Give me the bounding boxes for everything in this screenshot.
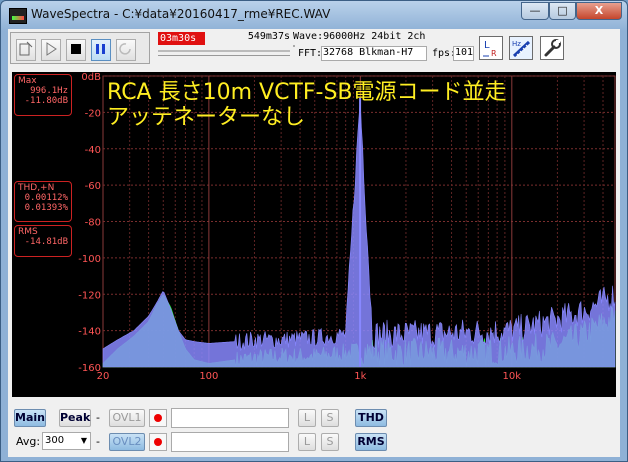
thd-button[interactable]: THD <box>355 409 387 427</box>
avg-label: Avg: <box>16 435 41 448</box>
annotation-line-2: アッテネーターなし <box>107 105 305 130</box>
annotation-line-1: RCA 長さ10m VCTF-SB電源コード並走 <box>107 80 507 105</box>
peak-button[interactable]: Peak <box>59 409 91 427</box>
total-time: 549m37s <box>247 31 290 42</box>
y-tick-label: -100 <box>78 254 101 265</box>
fps-value: 101 <box>453 46 474 61</box>
ovl2-indicator: OVL2 <box>109 433 145 451</box>
fft-label: FFT: <box>298 48 323 59</box>
transport-toolbar <box>10 32 150 64</box>
pause-icon <box>96 44 105 54</box>
loop-icon <box>119 43 131 55</box>
x-tick-label: 1k <box>354 371 366 382</box>
app-window: WaveSpectra - C:¥data¥20160417_rme¥REC.W… <box>0 0 628 462</box>
stop-icon <box>71 44 81 54</box>
x-tick-label: 100 <box>199 371 218 382</box>
record-button[interactable] <box>116 39 136 61</box>
playback-position-slider[interactable] <box>158 47 290 56</box>
stop-button[interactable] <box>66 39 86 61</box>
ch1-l-button[interactable]: L <box>298 409 316 427</box>
fft-setting[interactable]: 32768 Blkman-H7 <box>321 46 427 61</box>
chevron-down-icon: ▼ <box>80 436 87 445</box>
lr-channel-icon: LR <box>483 40 497 58</box>
avg-select[interactable]: 300 ▼ <box>42 432 91 450</box>
x-tick-label: 10k <box>503 371 522 382</box>
frequency-scale-button[interactable]: Hz <box>509 36 533 60</box>
play-button[interactable] <box>41 39 61 61</box>
y-tick-label: -140 <box>78 327 101 338</box>
frequency-ruler-icon: Hz <box>512 40 531 58</box>
rms-button[interactable]: RMS <box>355 433 387 451</box>
ch1-s-button[interactable]: S <box>321 409 339 427</box>
wave-format: Wave:96000Hz 24bit 2ch <box>293 31 426 42</box>
svg-text:R: R <box>491 49 497 58</box>
window-title: WaveSpectra - C:¥data¥20160417_rme¥REC.W… <box>31 7 331 21</box>
y-tick-label: -80 <box>85 218 101 229</box>
client-area: 03m30s 549m37s Wave:96000Hz 24bit 2ch FF… <box>8 29 620 457</box>
wrench-icon <box>544 39 561 57</box>
bottom-controls: Main Peak - OVL1 L S THD Avg: 300 ▼ - OV… <box>8 401 620 457</box>
separator-dash: - <box>96 411 100 424</box>
svg-text:L: L <box>484 40 490 51</box>
ch2-l-button[interactable]: L <box>298 433 316 451</box>
separator-dash-2: - <box>96 435 100 448</box>
maximize-button[interactable]: □ <box>549 2 576 20</box>
spectrum-panel: Max 996.1Hz -11.80dB THD,+N 0.00112% 0.0… <box>12 72 616 397</box>
svg-text:Hz: Hz <box>512 40 521 48</box>
title-bar[interactable]: WaveSpectra - C:¥data¥20160417_rme¥REC.W… <box>1 1 627 29</box>
close-button[interactable]: X <box>576 2 622 20</box>
x-tick-label: 20 <box>97 371 110 382</box>
pause-button[interactable] <box>91 39 111 61</box>
main-button[interactable]: Main <box>14 409 46 427</box>
ovl1-indicator: OVL1 <box>109 409 145 427</box>
record-ch1-button[interactable] <box>149 409 167 427</box>
spectrum-chart[interactable]: 0dB-20-40-60-80-100-120-140-16020 100 1k 10… <box>12 72 616 397</box>
open-file-button[interactable] <box>16 39 36 61</box>
elapsed-time: 03m30s <box>158 32 205 45</box>
record-ch2-button[interactable] <box>149 433 167 451</box>
y-tick-label: 0dB <box>81 72 101 83</box>
spectrum-series <box>102 99 616 368</box>
app-icon[interactable] <box>9 8 27 24</box>
play-icon <box>46 42 57 56</box>
channel1-field[interactable] <box>171 408 289 428</box>
ch2-s-button[interactable]: S <box>321 433 339 451</box>
y-tick-label: -60 <box>85 181 101 192</box>
y-tick-label: -40 <box>85 145 101 156</box>
avg-value: 300 <box>45 435 65 446</box>
open-file-icon <box>19 41 33 56</box>
minimize-button[interactable]: — <box>521 2 549 20</box>
lr-channel-button[interactable]: LR <box>479 36 503 60</box>
channel2-field[interactable] <box>171 432 289 452</box>
y-tick-label: -20 <box>85 108 101 119</box>
settings-button[interactable] <box>540 36 564 60</box>
y-tick-label: -120 <box>78 290 101 301</box>
